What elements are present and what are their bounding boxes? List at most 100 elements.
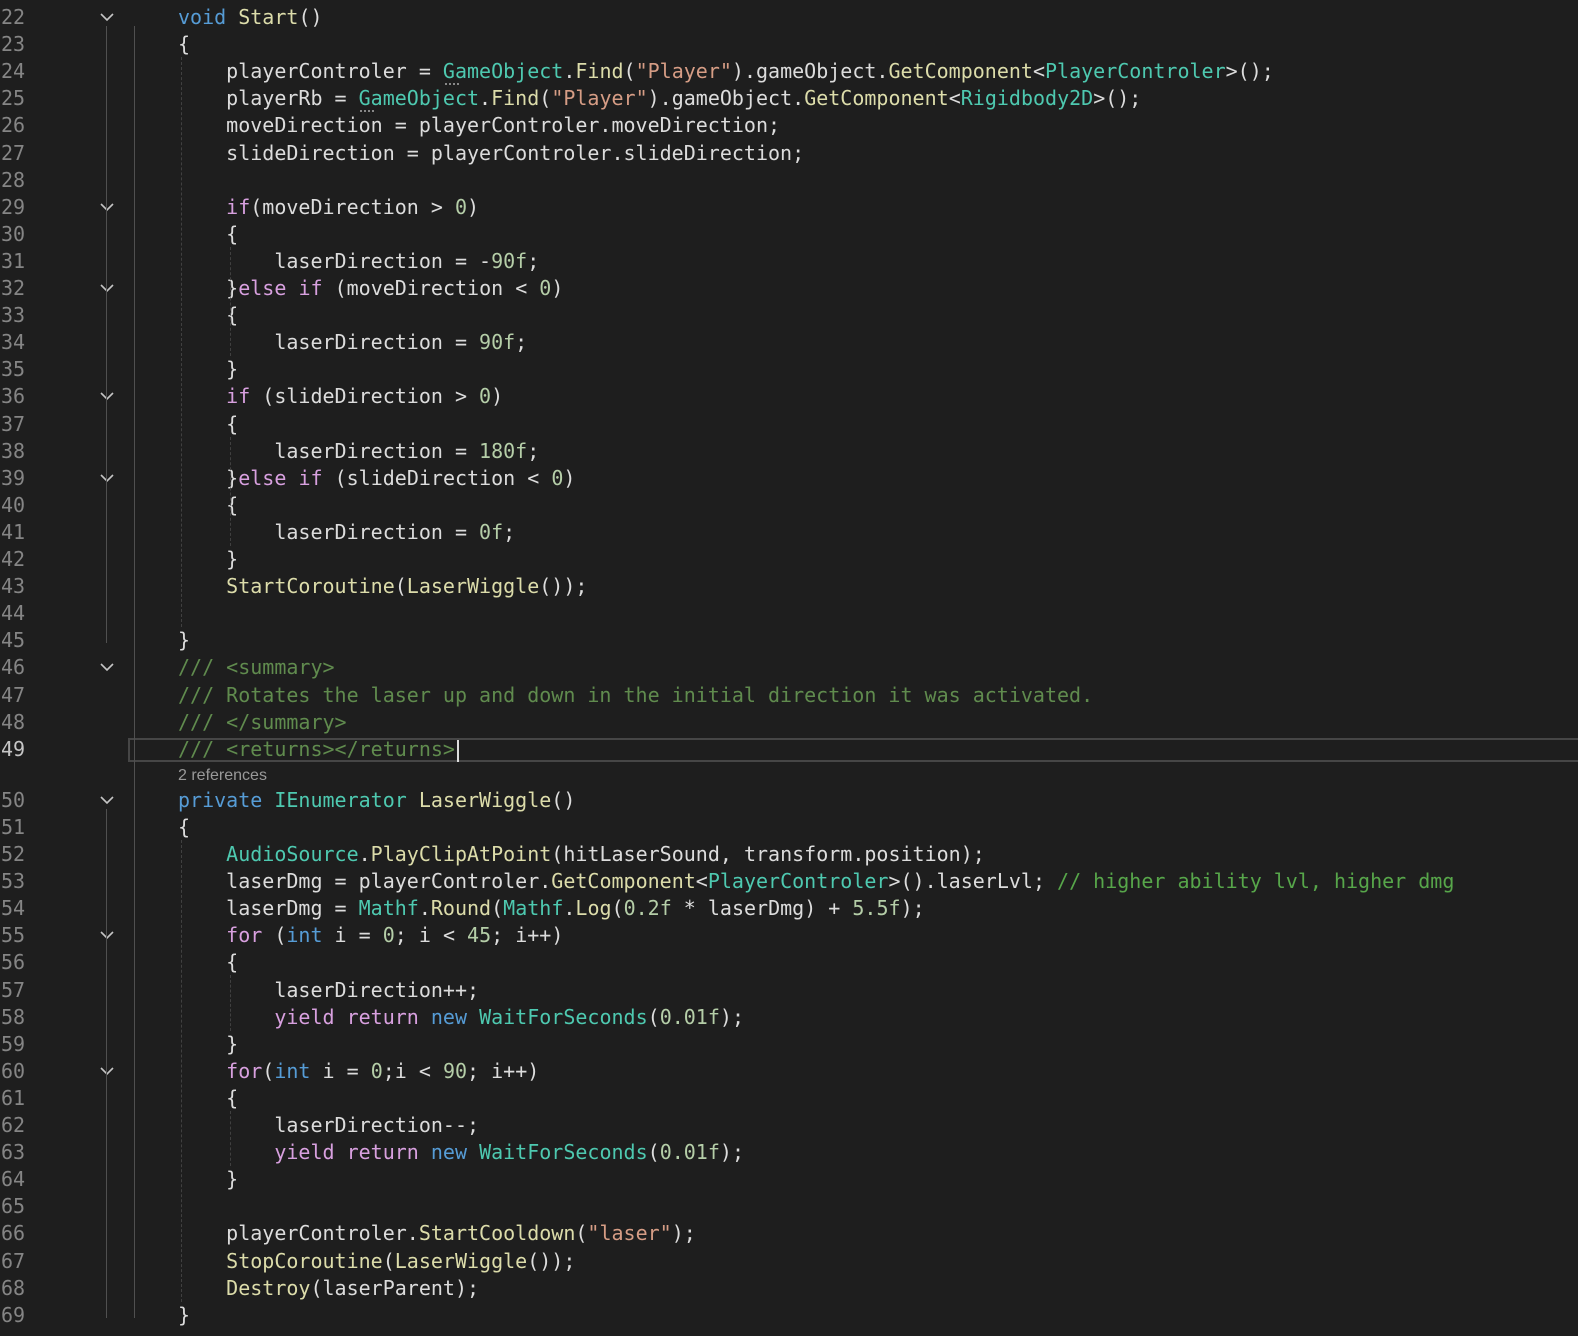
code-line[interactable]: AudioSource.PlayClipAtPoint(hitLaserSoun… xyxy=(178,841,1578,868)
code-line[interactable]: { xyxy=(178,1085,1578,1112)
suggestion-squiggle[interactable] xyxy=(445,80,459,86)
code-line[interactable]: laserDirection = -90f; xyxy=(178,248,1578,275)
code-line[interactable]: StartCoroutine(LaserWiggle()); xyxy=(178,573,1578,600)
line-number: 65 xyxy=(1,1194,26,1219)
code-token: . xyxy=(479,86,492,111)
line-number: 47 xyxy=(1,682,26,707)
line-number: 31 xyxy=(1,248,26,273)
code-token: ) xyxy=(467,194,480,219)
chevron-down-icon[interactable] xyxy=(98,661,116,675)
code-line[interactable]: private IEnumerator LaserWiggle() xyxy=(178,787,1578,814)
code-token: >(); xyxy=(1225,59,1274,84)
code-token: i = xyxy=(310,1058,371,1083)
code-line[interactable]: slideDirection = playerControler.slideDi… xyxy=(178,140,1578,167)
code-line[interactable]: } xyxy=(178,356,1578,383)
code-line[interactable]: if (slideDirection > 0) xyxy=(178,383,1578,410)
code-line[interactable]: Destroy(laserParent); xyxy=(178,1275,1578,1302)
chevron-down-icon[interactable] xyxy=(98,472,116,486)
code-line[interactable]: { xyxy=(178,814,1578,841)
code-line[interactable]: }else if (moveDirection < 0) xyxy=(178,275,1578,302)
code-line[interactable]: { xyxy=(178,302,1578,329)
code-line[interactable]: /// Rotates the laser up and down in the… xyxy=(178,682,1578,709)
chevron-down-icon[interactable] xyxy=(98,929,116,943)
code-token: else xyxy=(238,276,287,300)
chevron-down-icon[interactable] xyxy=(98,1065,116,1079)
code-line[interactable]: moveDirection = playerControler.moveDire… xyxy=(178,112,1578,139)
code-line[interactable]: /// <summary> xyxy=(178,654,1578,681)
code-token: 90f xyxy=(479,330,516,355)
code-line[interactable] xyxy=(178,600,1578,627)
code-line[interactable]: } xyxy=(178,1031,1578,1058)
code-line[interactable]: } xyxy=(178,1302,1578,1329)
fold-rail xyxy=(106,26,107,644)
code-line[interactable]: laserDirection = 90f; xyxy=(178,329,1578,356)
line-number: 23 xyxy=(1,32,26,57)
code-line[interactable]: for(int i = 0;i < 90; i++) xyxy=(178,1058,1578,1085)
code-token: GetComponent xyxy=(888,59,1033,84)
code-token: laserDmg = xyxy=(178,896,359,921)
code-line[interactable]: { xyxy=(178,492,1578,519)
line-number: 44 xyxy=(1,601,26,626)
code-line[interactable]: for (int i = 0; i < 45; i++) xyxy=(178,922,1578,949)
code-line[interactable] xyxy=(178,167,1578,194)
code-line[interactable]: StopCoroutine(LaserWiggle()); xyxy=(178,1248,1578,1275)
code-token: /// <summary> xyxy=(178,655,335,680)
code-line[interactable]: playerRb = GameObject.Find("Player").gam… xyxy=(178,85,1578,112)
code-line[interactable]: }else if (slideDirection < 0) xyxy=(178,465,1578,492)
chevron-down-icon[interactable] xyxy=(98,201,116,215)
code-token: Find xyxy=(575,59,624,84)
code-token: ) xyxy=(491,384,504,409)
code-line[interactable]: laserDirection = 0f; xyxy=(178,519,1578,546)
code-token: PlayerControler xyxy=(707,869,889,894)
code-line[interactable]: { xyxy=(178,949,1578,976)
code-line[interactable]: } xyxy=(178,546,1578,573)
code-line[interactable]: laserDirection++; xyxy=(178,977,1578,1004)
code-line[interactable]: laserDmg = playerControler.GetComponent<… xyxy=(178,868,1578,895)
code-token: ()); xyxy=(539,574,588,599)
code-line[interactable] xyxy=(178,1193,1578,1220)
code-token: WaitForSeconds xyxy=(479,1140,648,1165)
code-token: ( xyxy=(262,923,287,948)
code-line[interactable]: } xyxy=(178,1166,1578,1193)
code-line[interactable]: laserDmg = Mathf.Round(Mathf.Log(0.2f * … xyxy=(178,895,1578,922)
chevron-down-icon[interactable] xyxy=(98,390,116,404)
line-number: 55 xyxy=(1,923,26,948)
chevron-down-icon[interactable] xyxy=(98,282,116,296)
code-line[interactable]: void Start() xyxy=(178,4,1578,31)
codelens-references[interactable]: 2 references xyxy=(178,766,267,786)
line-number: 54 xyxy=(1,896,26,921)
code-token: if xyxy=(298,276,323,300)
suggestion-squiggle[interactable] xyxy=(360,107,374,113)
code-token: ( xyxy=(491,896,504,921)
code-token: GetComponent xyxy=(804,86,949,111)
code-token: (slideDirection < xyxy=(322,465,552,490)
code-token: playerControler = xyxy=(178,59,443,84)
code-line[interactable]: { xyxy=(178,221,1578,248)
code-token: laserDirection = xyxy=(178,438,480,463)
code-line[interactable]: yield return new WaitForSeconds(0.01f); xyxy=(178,1139,1578,1166)
code-line[interactable]: { xyxy=(178,411,1578,438)
code-line[interactable]: laserDirection = 180f; xyxy=(178,438,1578,465)
line-number: 22 xyxy=(1,5,26,29)
code-token: AudioSource xyxy=(226,842,359,866)
line-number: 36 xyxy=(1,384,26,409)
code-line[interactable]: playerControler = GameObject.Find("Playe… xyxy=(178,58,1578,85)
code-token: LaserWiggle xyxy=(418,787,552,812)
code-token: LaserWiggle xyxy=(394,1248,528,1273)
code-line[interactable]: } xyxy=(178,627,1578,654)
code-line[interactable]: { xyxy=(178,31,1578,58)
code-line[interactable]: yield return new WaitForSeconds(0.01f); xyxy=(178,1004,1578,1031)
code-line[interactable]: laserDirection--; xyxy=(178,1112,1578,1139)
code-token: Start xyxy=(238,5,299,29)
line-number: 57 xyxy=(1,977,26,1002)
code-line[interactable]: /// </summary> xyxy=(178,709,1578,736)
code-editor[interactable]: 22 23 24 25 26 27 28 29 30 31 32 33 34 35 36 37 38 39 40 41… xyxy=(0,0,1578,1336)
code-line[interactable]: playerControler.StartCooldown("laser"); xyxy=(178,1220,1578,1247)
code-token: if xyxy=(226,194,251,219)
chevron-down-icon[interactable] xyxy=(98,794,116,808)
chevron-down-icon[interactable] xyxy=(98,11,116,25)
code-line[interactable]: if(moveDirection > 0) xyxy=(178,194,1578,221)
code-token: StartCooldown xyxy=(418,1221,576,1246)
